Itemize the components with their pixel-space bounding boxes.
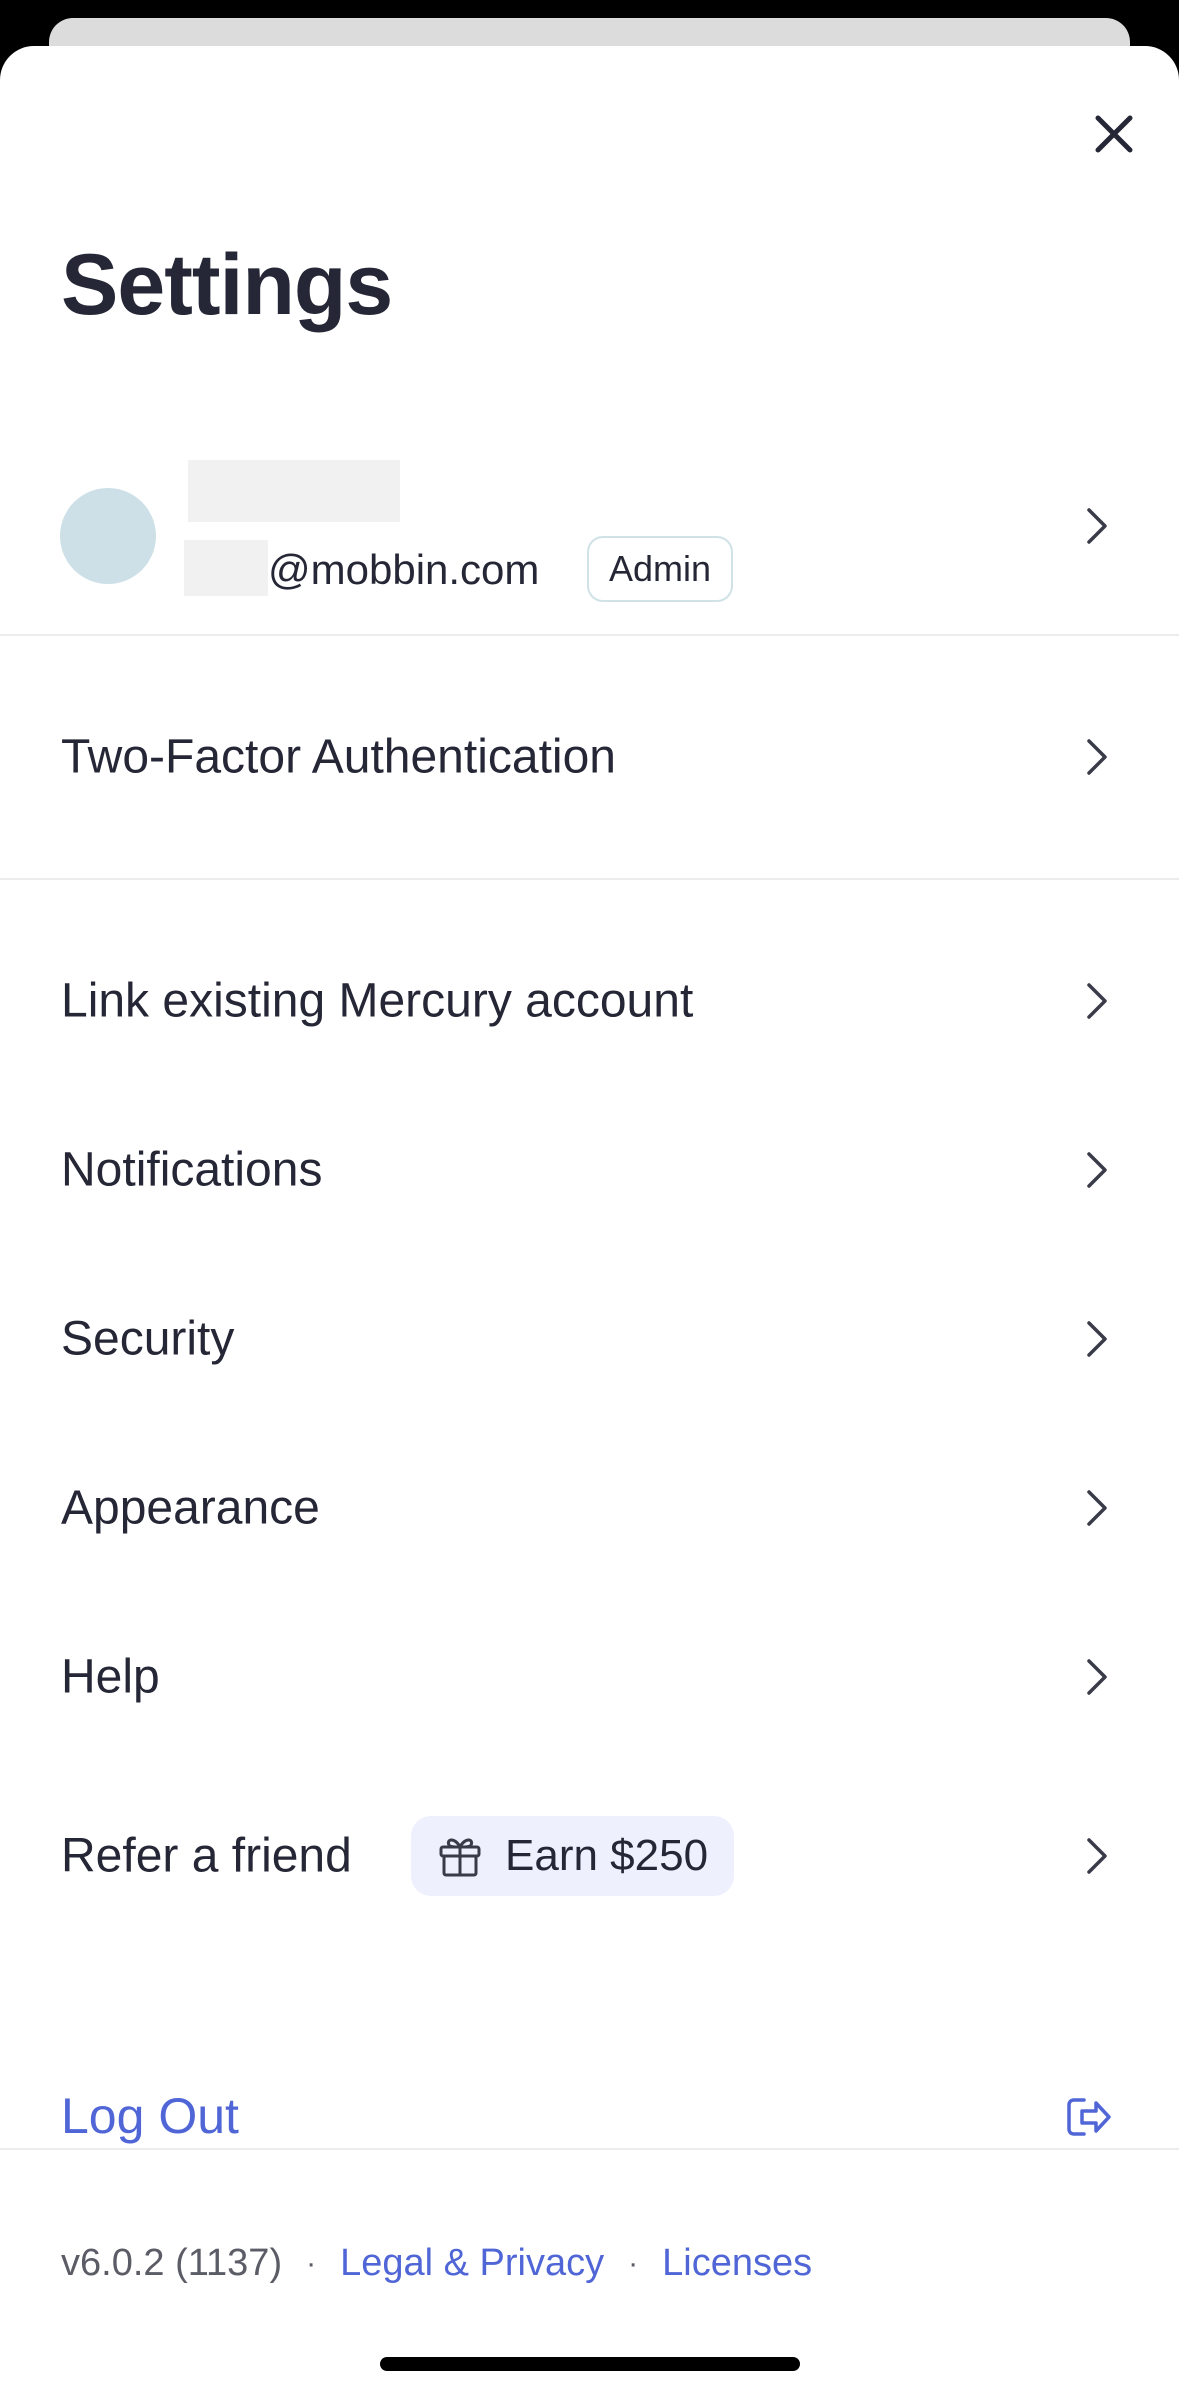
menu-item-refer-friend[interactable]: Refer a friend Earn $250 (0, 1786, 1179, 1926)
profile-row[interactable]: @mobbin.com Admin (0, 416, 1179, 636)
close-icon (1095, 115, 1133, 153)
menu-item-label: Notifications (61, 1143, 323, 1197)
menu-item-notifications[interactable]: Notifications (0, 1100, 1179, 1240)
role-badge: Admin (587, 536, 734, 602)
divider (0, 878, 1179, 880)
chevron-right-icon (1087, 739, 1107, 775)
menu-item-link-account[interactable]: Link existing Mercury account (0, 931, 1179, 1071)
gift-icon (439, 1838, 481, 1877)
close-button[interactable] (1082, 102, 1146, 166)
profile-email: @mobbin.com (268, 546, 540, 593)
avatar (60, 488, 156, 584)
chevron-right-icon (1087, 1659, 1107, 1695)
menu-item-label: Two-Factor Authentication (61, 730, 616, 784)
logout-button[interactable]: Log Out (0, 2046, 1179, 2186)
chevron-right-icon (1087, 983, 1107, 1019)
page-title: Settings (61, 237, 393, 333)
chevron-right-icon (1087, 1490, 1107, 1526)
footer-separator: · (306, 2246, 317, 2280)
divider (0, 2148, 1179, 2150)
menu-item-label: Security (61, 1312, 235, 1366)
chevron-right-icon (1087, 1321, 1107, 1357)
home-indicator (380, 2357, 800, 2371)
menu-item-two-factor[interactable]: Two-Factor Authentication (0, 687, 1179, 827)
legal-privacy-link[interactable]: Legal & Privacy (340, 2242, 604, 2285)
chevron-right-icon (1087, 508, 1107, 544)
menu-item-label: Appearance (61, 1481, 320, 1535)
app-version: v6.0.2 (1137) (61, 2242, 283, 2284)
menu-item-security[interactable]: Security (0, 1269, 1179, 1409)
redacted-name (188, 460, 400, 522)
footer-separator: · (628, 2246, 639, 2280)
settings-sheet: Settings @mobbin.com Admin Two-Factor Au… (0, 46, 1179, 2396)
earn-badge-label: Earn $250 (505, 1831, 709, 1880)
logout-label: Log Out (61, 2088, 239, 2144)
menu-item-label: Refer a friend (61, 1829, 352, 1883)
earn-badge[interactable]: Earn $250 (411, 1816, 735, 1896)
menu-item-label: Help (61, 1650, 160, 1704)
divider (0, 634, 1179, 636)
menu-item-label: Link existing Mercury account (61, 974, 694, 1028)
menu-item-help[interactable]: Help (0, 1607, 1179, 1747)
licenses-link[interactable]: Licenses (662, 2242, 812, 2285)
footer: v6.0.2 (1137) · Legal & Privacy · Licens… (61, 2242, 812, 2285)
menu-item-appearance[interactable]: Appearance (0, 1438, 1179, 1578)
logout-icon (1067, 2098, 1111, 2136)
chevron-right-icon (1087, 1838, 1107, 1874)
redacted-email-user (184, 540, 268, 596)
chevron-right-icon (1087, 1152, 1107, 1188)
